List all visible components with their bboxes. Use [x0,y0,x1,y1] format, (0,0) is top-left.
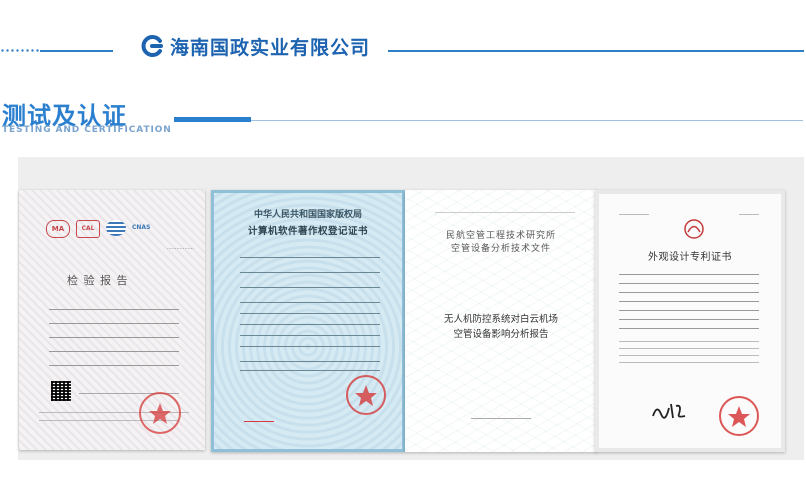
header-left-rule [40,50,113,52]
header-right-rule [388,50,804,52]
section-title-bar [174,117,251,122]
patent-fields [619,266,759,363]
certificate-title: 计算机软件著作权登记证书 [247,226,368,237]
certificate-fields [240,243,380,371]
issuing-organization: 民航空管工程技术研究所 [445,231,556,241]
globe-icon [106,220,126,236]
signature-icon [652,403,686,419]
certificate-gallery: MA CAL CNAS ················· 检 验 报 告 中华… [18,157,804,460]
certificate-analysis-report[interactable]: 民航空管工程技术研究所 空管设备分析技术文件 无人机防控系统对白云机场 空管设备… [405,190,597,452]
cal-mark: CAL [76,220,100,238]
report-title-line2: 空管设备影响分析报告 [453,329,549,340]
accreditation-marks: MA CAL CNAS [46,220,158,238]
certificate-inspection-report[interactable]: MA CAL CNAS ················· 检 验 报 告 [19,190,205,450]
certificate-software-copyright[interactable]: 中华人民共和国国家版权局 计算机软件著作权登记证书 [211,190,405,452]
certificate-design-patent[interactable]: 外观设计专利证书 [595,190,785,452]
certificate-title: 检 验 报 告 [67,274,129,287]
section-subtitle: TESTING AND CERTIFICATION [2,125,172,135]
report-fields [49,300,179,366]
header-dot-line [0,49,40,52]
seal-icon [139,392,181,434]
issuing-authority: 中华人民共和国国家版权局 [253,210,362,220]
company-name: 海南国政实业有限公司 [170,36,371,59]
document-category: 空管设备分析技术文件 [450,244,551,254]
ma-mark: MA [46,220,70,238]
company-logo: 海南国政实业有限公司 [140,33,370,59]
emblem-icon [684,219,704,239]
company-logo-icon [141,35,163,57]
seal-icon [346,375,386,415]
section-title-rule [251,120,803,121]
report-title-line1: 无人机防控系统对白云机场 [443,314,558,325]
cnas-mark: CNAS [132,224,151,231]
seal-icon [719,396,759,436]
certificate-title: 外观设计专利证书 [648,252,732,263]
qr-code-icon [51,381,71,401]
